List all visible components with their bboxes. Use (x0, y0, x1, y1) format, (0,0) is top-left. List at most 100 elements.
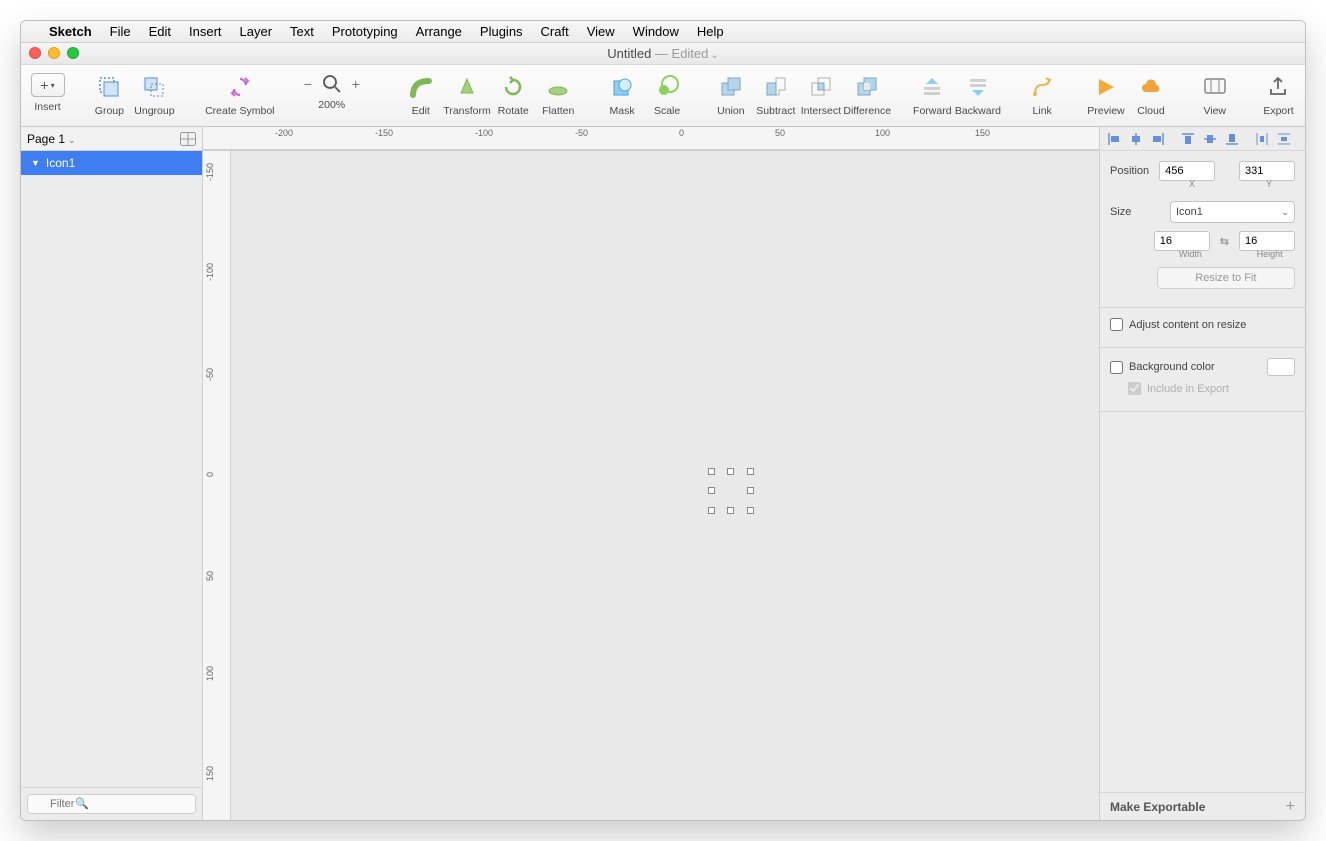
background-color-label: Background color (1129, 361, 1215, 373)
resize-handle[interactable] (747, 487, 754, 494)
resize-handle[interactable] (747, 468, 754, 475)
flatten-icon (544, 73, 572, 101)
background-color-swatch[interactable] (1267, 358, 1295, 376)
difference-tool[interactable]: Difference (843, 71, 891, 117)
toolbar: +▾ Insert Group Ungroup Create Symbol − … (21, 65, 1305, 127)
magnifier-icon[interactable] (321, 73, 343, 95)
align-right-button[interactable] (1148, 130, 1168, 148)
preview-tool[interactable]: Preview (1083, 71, 1128, 117)
align-top-button[interactable] (1178, 130, 1198, 148)
pages-header[interactable]: Page 1⌄ (21, 127, 202, 151)
menu-window[interactable]: Window (633, 24, 679, 39)
adjust-content-checkbox[interactable] (1110, 318, 1123, 331)
align-center-v-button[interactable] (1200, 130, 1220, 148)
selected-artboard[interactable] (711, 471, 751, 511)
ruler-horizontal[interactable]: -200 -150 -100 -50 0 50 100 150 (203, 127, 1099, 151)
resize-handle[interactable] (727, 507, 734, 514)
resize-handle[interactable] (727, 468, 734, 475)
forward-tool[interactable]: Forward (910, 71, 955, 117)
insert-button[interactable]: +▾ (31, 73, 65, 97)
pages-grid-icon[interactable] (180, 132, 196, 146)
filter-input[interactable] (27, 794, 196, 814)
cloud-tool[interactable]: Cloud (1128, 71, 1173, 117)
align-bottom-button[interactable] (1222, 130, 1242, 148)
align-center-h-button[interactable] (1126, 130, 1146, 148)
width-sublabel: Width (1165, 249, 1216, 259)
ruler-tick: -200 (275, 128, 293, 138)
y-sublabel: Y (1243, 179, 1295, 189)
resize-handle[interactable] (708, 487, 715, 494)
search-icon: 🔍 (75, 797, 89, 810)
resize-to-fit-button[interactable]: Resize to Fit (1157, 267, 1295, 289)
make-exportable-bar[interactable]: Make Exportable + (1100, 792, 1305, 820)
menu-view[interactable]: View (587, 24, 615, 39)
rotate-tool[interactable]: Rotate (491, 71, 536, 117)
intersect-tool[interactable]: Intersect (798, 71, 843, 117)
ruler-tick: -150 (205, 163, 215, 181)
edit-tool[interactable]: Edit (398, 71, 443, 117)
resize-handle[interactable] (708, 468, 715, 475)
plus-icon[interactable]: + (1286, 798, 1295, 816)
layers-panel: Page 1⌄ ▼ Icon1 🔍 (21, 127, 203, 820)
scale-tool[interactable]: Scale (645, 71, 690, 117)
view-tool[interactable]: View (1192, 71, 1237, 117)
group-tool[interactable]: Group (87, 71, 132, 117)
ruler-tick: -100 (475, 128, 493, 138)
size-preset-select[interactable]: Icon1 ⌄ (1170, 201, 1295, 223)
flatten-tool[interactable]: Flatten (536, 71, 581, 117)
position-y-input[interactable] (1239, 161, 1295, 181)
ruler-tick: 100 (205, 666, 215, 681)
insert-tool[interactable]: +▾ Insert (25, 71, 70, 113)
subtract-tool[interactable]: Subtract (753, 71, 798, 117)
menu-help[interactable]: Help (697, 24, 724, 39)
include-in-export-checkbox (1128, 382, 1141, 395)
menu-edit[interactable]: Edit (149, 24, 171, 39)
layer-row[interactable]: ▼ Icon1 (21, 151, 202, 175)
pages-header-label: Page 1 (27, 132, 65, 146)
align-left-button[interactable] (1104, 130, 1124, 148)
menu-arrange[interactable]: Arrange (416, 24, 462, 39)
menu-layer[interactable]: Layer (240, 24, 273, 39)
cloud-label: Cloud (1137, 105, 1164, 117)
ruler-tick: -50 (205, 368, 215, 381)
window-minimize-button[interactable] (48, 47, 60, 59)
mask-icon (608, 73, 636, 101)
disclosure-triangle-icon[interactable]: ▼ (31, 158, 40, 168)
union-icon (717, 73, 745, 101)
document-title[interactable]: Untitled — Edited⌄ (607, 46, 719, 61)
link-tool[interactable]: Link (1020, 71, 1065, 117)
menu-file[interactable]: File (110, 24, 131, 39)
window-zoom-button[interactable] (67, 47, 79, 59)
resize-handle[interactable] (708, 507, 715, 514)
mask-tool[interactable]: Mask (600, 71, 645, 117)
width-input[interactable] (1154, 231, 1210, 251)
scale-label: Scale (654, 105, 680, 117)
zoom-in-button[interactable]: + (349, 76, 363, 92)
chevron-down-icon: ⌄ (1281, 207, 1289, 218)
height-input[interactable] (1239, 231, 1295, 251)
background-color-checkbox[interactable] (1110, 361, 1123, 374)
lock-aspect-icon[interactable]: ⇆ (1218, 235, 1231, 248)
transform-icon (453, 73, 481, 101)
menu-insert[interactable]: Insert (189, 24, 222, 39)
menu-text[interactable]: Text (290, 24, 314, 39)
preview-icon (1092, 73, 1120, 101)
menu-plugins[interactable]: Plugins (480, 24, 523, 39)
ungroup-tool[interactable]: Ungroup (132, 71, 177, 117)
ruler-vertical[interactable]: -150 -100 -50 0 50 100 150 (203, 151, 231, 820)
union-tool[interactable]: Union (708, 71, 753, 117)
menu-craft[interactable]: Craft (541, 24, 569, 39)
distribute-h-button[interactable] (1252, 130, 1272, 148)
canvas[interactable] (231, 151, 1099, 820)
zoom-out-button[interactable]: − (301, 76, 315, 92)
position-x-input[interactable] (1159, 161, 1215, 181)
app-menu[interactable]: Sketch (49, 24, 92, 39)
window-close-button[interactable] (29, 47, 41, 59)
resize-handle[interactable] (747, 507, 754, 514)
distribute-v-button[interactable] (1274, 130, 1294, 148)
create-symbol-tool[interactable]: Create Symbol (205, 71, 274, 117)
menu-prototyping[interactable]: Prototyping (332, 24, 398, 39)
export-tool[interactable]: Export (1256, 71, 1301, 117)
backward-tool[interactable]: Backward (955, 71, 1001, 117)
transform-tool[interactable]: Transform (443, 71, 490, 117)
